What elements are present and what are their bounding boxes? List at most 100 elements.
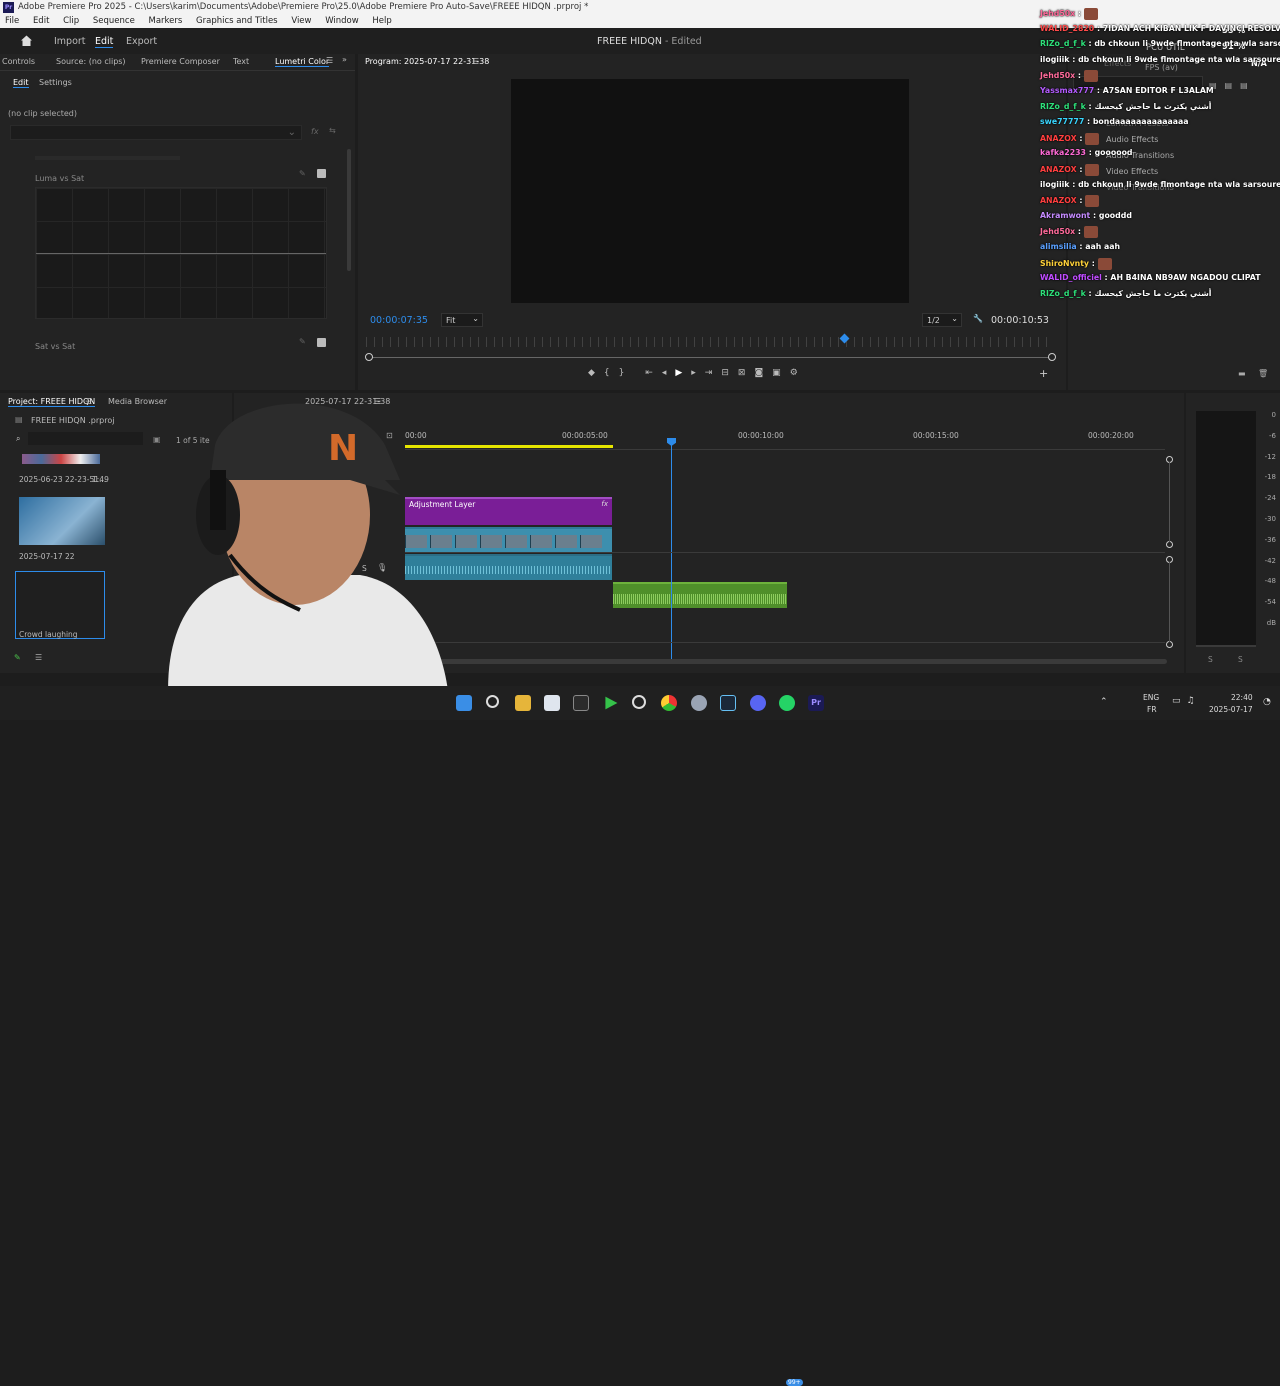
tab-export[interactable]: Export: [126, 36, 157, 47]
panel-menu-icon[interactable]: ☰: [374, 397, 381, 406]
settings-icon[interactable]: ⚙: [790, 368, 807, 378]
play-icon[interactable]: ▶: [675, 368, 691, 378]
adjustment-layer-clip[interactable]: Adjustment Layer fx: [405, 497, 612, 525]
reset-icon[interactable]: ⇆: [329, 126, 336, 135]
zoom-handle-left[interactable]: [365, 353, 373, 361]
panel-menu-icon[interactable]: ☰: [472, 57, 479, 66]
wrench-icon[interactable]: 🔧: [973, 314, 983, 323]
notification-icon[interactable]: ◔: [1263, 697, 1271, 707]
search-icon[interactable]: ⌕: [16, 434, 20, 444]
time-ruler[interactable]: [366, 337, 1054, 347]
menu-sequence[interactable]: Sequence: [93, 16, 135, 26]
scrollbar[interactable]: [347, 149, 351, 271]
chat-username[interactable]: Jehd50x: [1040, 71, 1075, 80]
luma-vs-sat-graph[interactable]: [35, 187, 327, 319]
add-button-icon[interactable]: +: [1039, 367, 1048, 380]
chat-username[interactable]: RIZo_d_f_k: [1040, 39, 1086, 48]
whatsapp-icon[interactable]: [779, 695, 795, 711]
system-tray-icons[interactable]: ▭♫: [1172, 696, 1201, 706]
project-search-input[interactable]: [28, 432, 143, 445]
timeline-scrollbar[interactable]: [419, 659, 1167, 664]
menu-graphics[interactable]: Graphics and Titles: [196, 16, 278, 26]
home-icon[interactable]: [20, 34, 33, 47]
go-to-in-icon[interactable]: ⇤: [645, 368, 662, 378]
out-point-icon[interactable]: }: [619, 368, 634, 378]
trash-icon[interactable]: 🗑: [1258, 369, 1268, 378]
insert-icon[interactable]: ⊟: [721, 368, 738, 378]
list-view-icon[interactable]: ☰: [35, 653, 42, 662]
clip-dropdown[interactable]: ⌄: [10, 125, 302, 140]
tab-premiere-composer[interactable]: Premiere Composer: [141, 57, 220, 66]
eyedropper-icon[interactable]: ✎: [299, 169, 306, 178]
eye-icon[interactable]: ◉: [349, 535, 356, 544]
playhead-timecode[interactable]: 00:00:07:35: [370, 315, 428, 326]
eyedropper-icon[interactable]: ✎: [299, 337, 306, 346]
chevron-up-icon[interactable]: ⌃: [1100, 697, 1108, 707]
chat-username[interactable]: WALID_officiel: [1040, 273, 1102, 282]
menu-edit[interactable]: Edit: [33, 16, 49, 26]
chat-username[interactable]: ANAZOX: [1040, 134, 1077, 143]
track-mute[interactable]: M: [346, 564, 352, 573]
menu-file[interactable]: File: [5, 16, 19, 26]
zoom-handle-right[interactable]: [1048, 353, 1056, 361]
chat-username[interactable]: ilogiiik: [1040, 55, 1070, 64]
search-icon[interactable]: [486, 695, 499, 708]
chat-username[interactable]: Yassmax777: [1040, 86, 1094, 95]
clip-thumbnail-strip[interactable]: [22, 454, 100, 464]
item2-name[interactable]: 2025-07-17 22: [19, 552, 75, 561]
tab-import[interactable]: Import: [54, 36, 86, 47]
panel-menu-icon[interactable]: ☰: [326, 56, 333, 65]
video-preview[interactable]: [511, 79, 909, 303]
menu-window[interactable]: Window: [325, 16, 359, 26]
clock-time[interactable]: 22:40: [1231, 693, 1253, 702]
store-icon[interactable]: [544, 695, 560, 711]
mic-icon[interactable]: 🎙: [377, 563, 387, 572]
scroll-handle[interactable]: [1166, 641, 1173, 648]
audio-clip-item[interactable]: [15, 571, 105, 639]
resolution-dropdown[interactable]: 1/2 ⌄: [922, 313, 962, 327]
work-area-bar[interactable]: [405, 445, 613, 448]
menu-help[interactable]: Help: [372, 16, 391, 26]
tab-lumetri-color[interactable]: Lumetri Color: [275, 57, 330, 67]
overwrite-icon[interactable]: ⊠: [738, 368, 755, 378]
zoom-bar[interactable]: [369, 357, 1052, 358]
chat-username[interactable]: swe77777: [1040, 117, 1084, 126]
mic-icon[interactable]: 🎙: [377, 590, 387, 599]
chat-username[interactable]: ilogiiik: [1040, 180, 1070, 189]
tab-edit[interactable]: Edit: [95, 36, 114, 48]
compare-icon[interactable]: ▣: [772, 368, 790, 378]
menu-markers[interactable]: Markers: [149, 16, 183, 26]
tab-text[interactable]: Text: [233, 57, 249, 66]
new-folder-icon[interactable]: ▬: [1238, 369, 1246, 378]
solo-right[interactable]: S: [1238, 655, 1243, 664]
settings-icon[interactable]: [691, 695, 707, 711]
scroll-handle[interactable]: [1166, 541, 1173, 548]
checkbox-icon[interactable]: [317, 169, 326, 178]
track-solo[interactable]: S: [362, 564, 367, 573]
timeline-playhead[interactable]: [671, 439, 672, 659]
fit-dropdown[interactable]: Fit ⌄: [441, 313, 483, 327]
lang-primary[interactable]: ENG: [1143, 693, 1159, 702]
chevron-right-icon[interactable]: »: [342, 55, 347, 64]
menu-view[interactable]: View: [291, 16, 311, 26]
tab-project[interactable]: Project: FREEE HIDQN: [8, 397, 96, 407]
chat-username[interactable]: Jehd50x: [1040, 9, 1075, 18]
go-to-out-icon[interactable]: ⇥: [705, 368, 722, 378]
panel-menu-icon[interactable]: ☰: [85, 397, 92, 406]
clip-thumbnail[interactable]: [19, 497, 105, 545]
chat-username[interactable]: Jehd50x: [1040, 227, 1075, 236]
tab-source[interactable]: Source: (no clips): [56, 57, 126, 66]
item3-name[interactable]: Crowd laughing: [19, 630, 78, 639]
video-clip[interactable]: [405, 527, 612, 552]
step-forward-icon[interactable]: ▸: [691, 368, 705, 378]
chat-username[interactable]: kafka2233: [1040, 148, 1086, 157]
epic-icon[interactable]: [573, 695, 589, 711]
subtab-settings[interactable]: Settings: [39, 78, 72, 87]
tab-controls[interactable]: Controls: [2, 57, 35, 66]
crowd-audio-clip[interactable]: [613, 582, 787, 608]
chat-username[interactable]: WALID_2820: [1040, 24, 1094, 33]
solo-left[interactable]: S: [1208, 655, 1213, 664]
chat-username[interactable]: alimsilia: [1040, 242, 1077, 251]
pencil-icon[interactable]: ✎: [14, 653, 21, 662]
premiere-taskbar-icon[interactable]: Pr: [808, 695, 824, 711]
